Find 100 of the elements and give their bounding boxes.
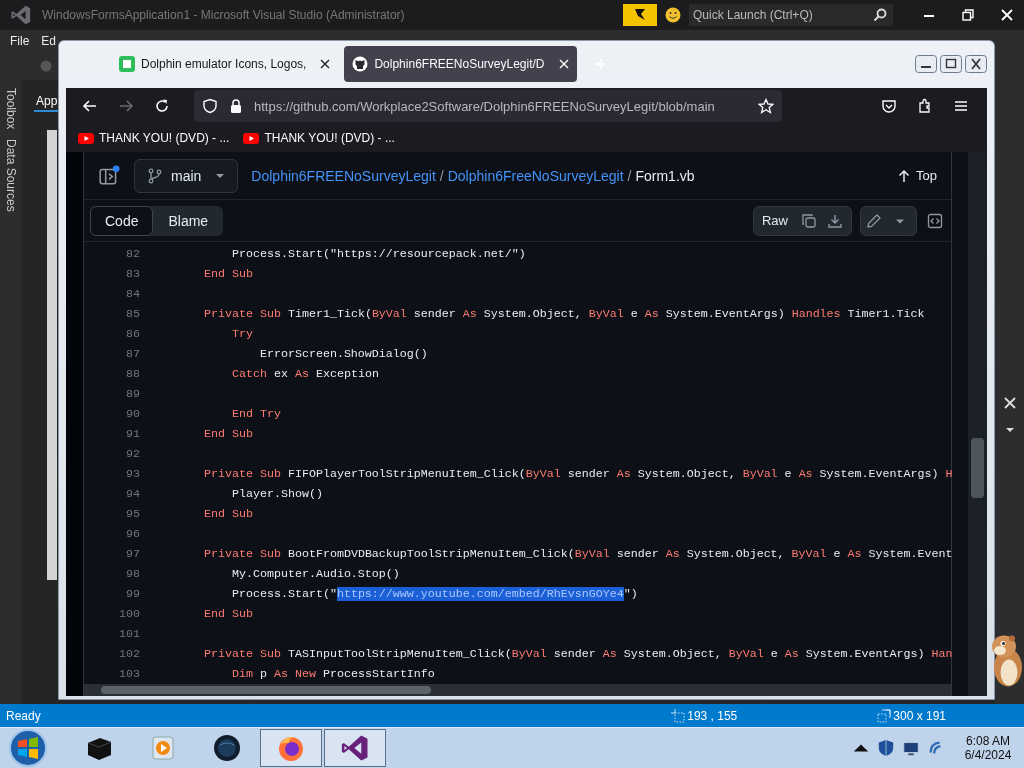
download-icon[interactable] [827,212,843,229]
monitor-icon[interactable] [902,739,920,757]
menu-item[interactable]: Ed [41,34,57,48]
code-line: My.Computer.Audio.Stop() [230,567,400,581]
visual-studio-logo-icon [10,4,32,26]
code-line: Catch ex As Exception [230,367,379,381]
notification-flag-icon[interactable] [623,4,657,26]
maximize-icon[interactable] [940,55,962,74]
line-number: 82 [125,247,140,261]
symbols-panel-icon[interactable] [927,212,943,229]
quick-launch-field[interactable]: Quick Launch (Ctrl+Q) [689,4,893,26]
visual-studio-icon [340,733,370,763]
code-line: Private Sub Timer1_Tick(ByVal sender As System.Object, ByVal e As System.EventArgs) Handles Timer1.Tick [202,307,925,321]
cursor-position: 193 , 155 [687,708,738,723]
pencil-icon[interactable] [866,212,882,229]
minimize-icon[interactable] [915,55,937,74]
copy-icon[interactable] [801,212,817,229]
line-number: 102 [118,647,140,661]
restore-icon[interactable] [962,9,974,21]
code-line: End Sub [202,267,253,281]
line-number: 95 [125,507,140,521]
line-number: 94 [125,487,140,501]
close-icon[interactable] [965,55,987,74]
line-number: 103 [118,667,140,681]
top-link[interactable]: Top [898,168,937,183]
line-number: 99 [125,587,140,601]
side-tab[interactable]: Toolbox [4,88,18,130]
github-icon [352,56,369,73]
code-line: Process.Start("https://resourcepack.net/") [230,247,526,261]
taskbar-button[interactable] [324,729,386,767]
line-number: 92 [125,447,140,461]
line-number: 90 [125,407,140,421]
code-line: Player.Show() [230,487,323,501]
taskbar-button[interactable] [260,729,322,767]
bookmark[interactable]: THANK YOU! (DVD) - ... [243,131,395,146]
file-name: Form1.vb [635,167,695,184]
extensions-icon[interactable] [917,98,933,115]
line-number: 98 [125,567,140,581]
code-line: Private Sub FIFOPlayerToolStripMenuItem_Click(ByVal sender As System.Object, ByVal e As System.EventArgs) H [202,467,953,481]
selection-size: 300 x 191 [893,708,946,723]
view-tab[interactable]: Blame [153,205,224,236]
arrow-up-icon [898,168,911,183]
line-number: 101 [118,627,140,641]
breadcrumb-link[interactable]: Dolphin6FREENoSurveyLegit [251,167,436,184]
close-tab-icon[interactable] [320,59,331,70]
status-text: Ready [6,708,41,723]
line-number: 100 [118,607,140,621]
shield-icon[interactable] [877,739,895,757]
line-number: 97 [125,547,140,561]
shield-icon [202,98,218,115]
line-number: 83 [125,267,140,281]
scrollbar-thumb[interactable] [971,438,984,498]
bookmark[interactable]: THANK YOU! (DVD) - ... [78,131,230,146]
sidebar-toggle-icon[interactable] [98,164,120,187]
caret-icon[interactable] [1004,427,1015,433]
clock-date[interactable]: 6/4/2024 [964,748,1012,762]
line-number: 91 [125,427,140,441]
line-number: 96 [125,527,140,541]
address-bar[interactable]: https://github.com/Workplace2Software/Dolphin6FREENoSurveyLegit/blob/main [194,90,782,123]
branch-icon [147,167,163,184]
pocket-icon[interactable] [881,98,897,115]
path-separator: / [627,167,632,184]
vertical-scrollbar[interactable] [968,152,987,696]
view-tab[interactable]: Code [90,205,154,236]
position-icon [671,708,686,723]
menu-item[interactable]: File [10,34,30,48]
code-line: Try [230,327,253,341]
code-line: ErrorScreen.ShowDialog() [258,347,428,361]
branch-selector[interactable]: main [134,158,239,193]
clock-time[interactable]: 6:08 AM [966,734,1010,748]
code-line: Private Sub TASInputToolStripMenuItem_Click(ByVal sender As System.Object, ByVal e As System.EventArgs) Han [202,647,953,661]
code-line: Dim p As New ProcessStartInfo [230,667,435,681]
breadcrumb-link[interactable]: Dolphin6FreeNoSurveyLegit [447,167,624,184]
size-icon [877,708,892,723]
line-number: 84 [125,287,140,301]
globe-icon [212,733,242,763]
side-tab[interactable]: Data Sources [4,139,18,213]
lock-icon [228,98,244,115]
scrollbar-thumb[interactable] [101,686,431,694]
line-number: 89 [125,387,140,401]
line-number: 93 [125,467,140,481]
code-line: End Sub [202,427,253,441]
site-favicon-icon [119,56,135,73]
reload-icon[interactable] [154,98,170,115]
line-number: 85 [125,307,140,321]
browser-tab[interactable]: Dolphin6FREENoSurveyLegit/D [344,46,577,83]
window-title: WindowsFormsApplication1 - Microsoft Visual Studio (Administrator) [42,8,405,22]
code-line: End Sub [202,507,253,521]
code-line: End Try [230,407,281,421]
browser-tab[interactable]: Dolphin emulator Icons, Logos, [111,46,339,83]
line-number: 86 [125,327,140,341]
line-number: 87 [125,347,140,361]
smiley-icon[interactable] [665,7,681,23]
bookmark-star-icon[interactable] [758,98,774,115]
path-separator: / [439,167,444,184]
caret-icon [215,172,226,179]
code-line: Private Sub BootFromDVDBackupToolStripMenuItem_Click(ByVal sender As System.Object, ByVal e As System.Event [202,547,953,561]
youtube-icon [78,132,94,144]
start-button-icon[interactable] [8,728,48,768]
youtube-icon [243,132,260,144]
